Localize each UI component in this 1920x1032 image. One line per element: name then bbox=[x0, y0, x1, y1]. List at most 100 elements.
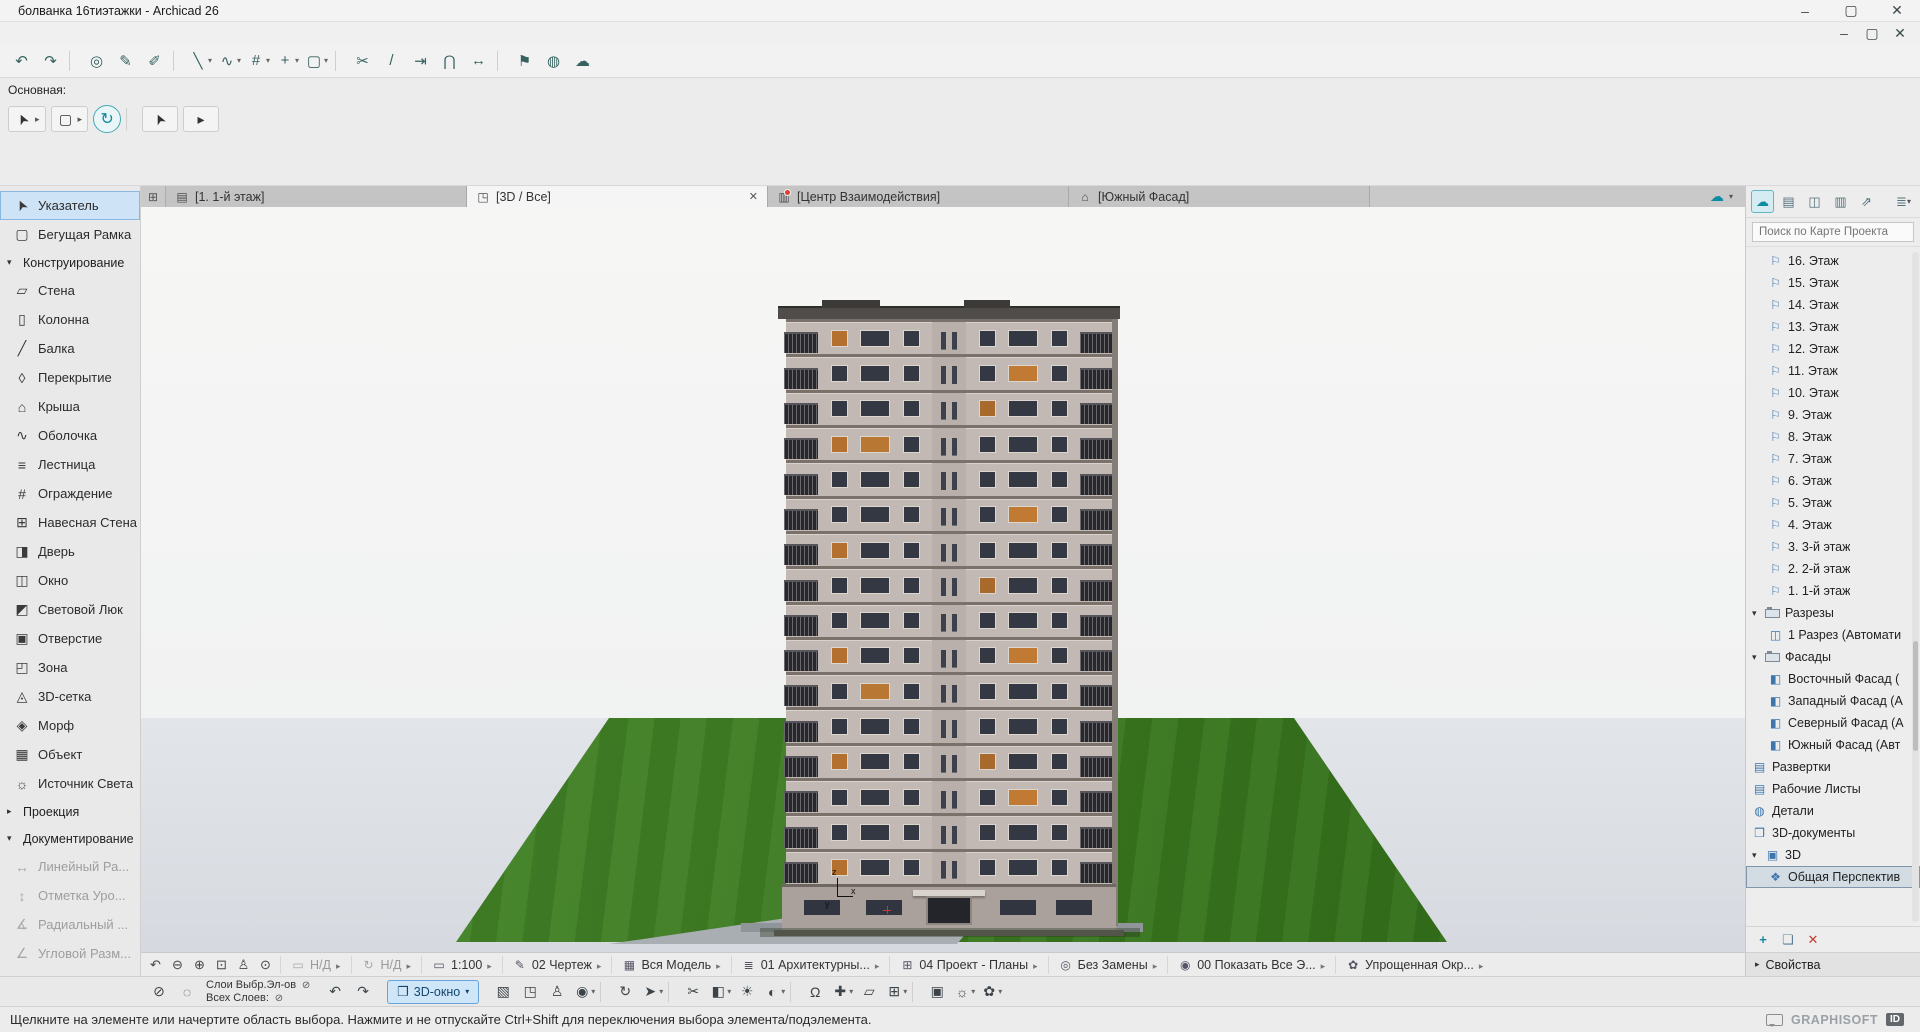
menu-item[interactable] bbox=[6, 31, 24, 35]
toolbox-item[interactable]: 3D-сетка bbox=[0, 682, 140, 711]
pen-set-dropdown[interactable]: 02 Чертеж bbox=[502, 956, 612, 974]
tree-item[interactable]: 12. Этаж bbox=[1746, 338, 1920, 360]
tree-item[interactable]: 3D-документы bbox=[1746, 822, 1920, 844]
sun-button[interactable] bbox=[734, 979, 760, 1004]
tree-item[interactable]: Западный Фасад (А bbox=[1746, 690, 1920, 712]
cutaway-button[interactable] bbox=[707, 979, 733, 1004]
tree-item[interactable]: Рабочие Листы bbox=[1746, 778, 1920, 800]
tree-item[interactable]: ▾ 3D bbox=[1746, 844, 1920, 866]
toolbox-item[interactable]: Отверстие bbox=[0, 624, 140, 653]
tree-item[interactable]: 6. Этаж bbox=[1746, 470, 1920, 492]
toolbox-item[interactable]: Оболочка bbox=[0, 421, 140, 450]
toolbox-item[interactable]: ▸ Проекция bbox=[0, 798, 140, 825]
menu-item[interactable] bbox=[96, 31, 114, 35]
tree-item[interactable]: 11. Этаж bbox=[1746, 360, 1920, 382]
solo-layer-button[interactable] bbox=[174, 979, 200, 1004]
tree-item[interactable]: 16. Этаж bbox=[1746, 250, 1920, 272]
layer-combination-dropdown[interactable]: 01 Архитектурны... bbox=[731, 956, 890, 974]
toolbox-item[interactable]: Отметка Уро... bbox=[0, 881, 140, 910]
feedback-chat-icon[interactable] bbox=[1766, 1014, 1783, 1026]
toolbox-item[interactable]: Окно bbox=[0, 566, 140, 595]
tree-item[interactable]: 7. Этаж bbox=[1746, 448, 1920, 470]
shadows-button[interactable] bbox=[761, 979, 787, 1004]
tab-bar-cloud-button[interactable]: ▾ bbox=[1708, 186, 1745, 207]
menu-item[interactable] bbox=[78, 31, 96, 35]
axonometry-button[interactable] bbox=[517, 979, 543, 1004]
issue-manager-button[interactable] bbox=[540, 48, 567, 74]
navigator-delete-button[interactable] bbox=[1803, 930, 1823, 950]
cutting-planes-button[interactable] bbox=[680, 979, 706, 1004]
measure-button[interactable] bbox=[465, 48, 492, 74]
next-view-button[interactable] bbox=[350, 979, 376, 1004]
tab-3d-all[interactable]: [3D / Все] bbox=[467, 186, 768, 207]
layout-scale-dropdown[interactable]: Н/Д bbox=[280, 956, 351, 974]
view-map-button[interactable] bbox=[1803, 190, 1826, 213]
tab-interaction-center[interactable]: [Центр Взаимодействия] bbox=[768, 186, 1069, 207]
expand-chevron-icon[interactable] bbox=[1321, 958, 1326, 972]
marquee-presets-combo[interactable] bbox=[51, 106, 89, 132]
graphic-override-dropdown[interactable]: Без Замены bbox=[1048, 956, 1168, 974]
section-arrow-icon[interactable]: ▾ bbox=[7, 833, 16, 844]
toolbox-item[interactable]: Указатель bbox=[0, 191, 140, 220]
section-arrow-icon[interactable]: ▾ bbox=[7, 257, 16, 268]
arc-options-dropdown[interactable] bbox=[216, 48, 243, 74]
tree-item[interactable]: 10. Этаж bbox=[1746, 382, 1920, 404]
toolbox-item[interactable]: Дверь bbox=[0, 537, 140, 566]
walk-button[interactable] bbox=[544, 979, 570, 1004]
visualization-button[interactable] bbox=[790, 982, 799, 1002]
tree-item[interactable]: 1 Разрез (Автомати bbox=[1746, 624, 1920, 646]
toolbox-item[interactable]: Навесная Стена bbox=[0, 508, 140, 537]
expand-arrow-icon[interactable]: ▾ bbox=[1752, 608, 1760, 619]
tab-first-floor[interactable]: [1. 1-й этаж] bbox=[166, 186, 467, 207]
3d-style-dropdown[interactable]: Упрощенная Окр... bbox=[1335, 956, 1493, 974]
expand-chevron-icon[interactable] bbox=[406, 958, 411, 972]
minimize-button[interactable] bbox=[1782, 0, 1828, 21]
pick-up-parameters-button[interactable] bbox=[112, 48, 139, 74]
expand-arrow-icon[interactable]: ▾ bbox=[1752, 652, 1760, 663]
tree-item[interactable]: ▾ Фасады bbox=[1746, 646, 1920, 668]
scale-dropdown[interactable]: 1:100 bbox=[421, 956, 502, 974]
expand-chevron-icon[interactable] bbox=[875, 958, 880, 972]
grid-snap-dropdown[interactable] bbox=[245, 48, 272, 74]
toolbox-item[interactable]: Балка bbox=[0, 334, 140, 363]
toolbox-item[interactable]: Линейный Ра... bbox=[0, 852, 140, 881]
tree-item[interactable]: Восточный Фасад ( bbox=[1746, 668, 1920, 690]
toolbox-item[interactable]: Световой Люк bbox=[0, 595, 140, 624]
layer-toggle-icon[interactable] bbox=[273, 992, 285, 1005]
split-button[interactable] bbox=[378, 48, 405, 74]
navigator-clone-button[interactable] bbox=[1778, 930, 1798, 950]
tree-item[interactable]: 3. 3-й этаж bbox=[1746, 536, 1920, 558]
visualization-button[interactable] bbox=[600, 982, 609, 1002]
redo-button[interactable] bbox=[37, 48, 64, 74]
snap-magnet-button[interactable] bbox=[802, 979, 828, 1004]
tab-overview-button[interactable] bbox=[141, 186, 166, 207]
visualization-button[interactable] bbox=[912, 982, 921, 1002]
section-arrow-icon[interactable]: ▸ bbox=[7, 806, 16, 817]
pointer-tool-button[interactable] bbox=[142, 106, 178, 132]
toolbox-item[interactable]: Морф bbox=[0, 711, 140, 740]
expand-chevron-icon[interactable] bbox=[1033, 958, 1038, 972]
zoom-history-back-button[interactable] bbox=[145, 955, 166, 975]
sun-settings-button[interactable] bbox=[951, 979, 977, 1004]
toolbox-item[interactable]: Источник Света bbox=[0, 769, 140, 798]
maximize-button[interactable] bbox=[1828, 0, 1874, 21]
walk-mode-button[interactable] bbox=[233, 955, 254, 975]
toolbox-item[interactable]: Колонна bbox=[0, 305, 140, 334]
expand-chevron-icon[interactable] bbox=[597, 958, 602, 972]
partial-structure-dropdown[interactable]: Вся Модель bbox=[611, 956, 730, 974]
tree-item[interactable]: 4. Этаж bbox=[1746, 514, 1920, 536]
selection-presets-combo[interactable] bbox=[8, 106, 46, 132]
toolbox-item[interactable]: Ограждение bbox=[0, 479, 140, 508]
menu-item[interactable] bbox=[60, 31, 78, 35]
tree-item[interactable]: Южный Фасад (Авт bbox=[1746, 734, 1920, 756]
expand-chevron-icon[interactable] bbox=[1153, 958, 1158, 972]
toolbox-item[interactable]: ▾ Конструирование bbox=[0, 249, 140, 276]
snap-grid-button[interactable] bbox=[883, 979, 909, 1004]
menu-item[interactable] bbox=[150, 31, 168, 35]
menu-item[interactable] bbox=[24, 31, 42, 35]
tree-scrollbar[interactable] bbox=[1912, 252, 1919, 922]
navigator-new-button[interactable] bbox=[1753, 930, 1773, 950]
layers-quick-button[interactable] bbox=[146, 979, 172, 1004]
tree-item[interactable]: 8. Этаж bbox=[1746, 426, 1920, 448]
layer-toggle-icon[interactable] bbox=[300, 979, 312, 992]
